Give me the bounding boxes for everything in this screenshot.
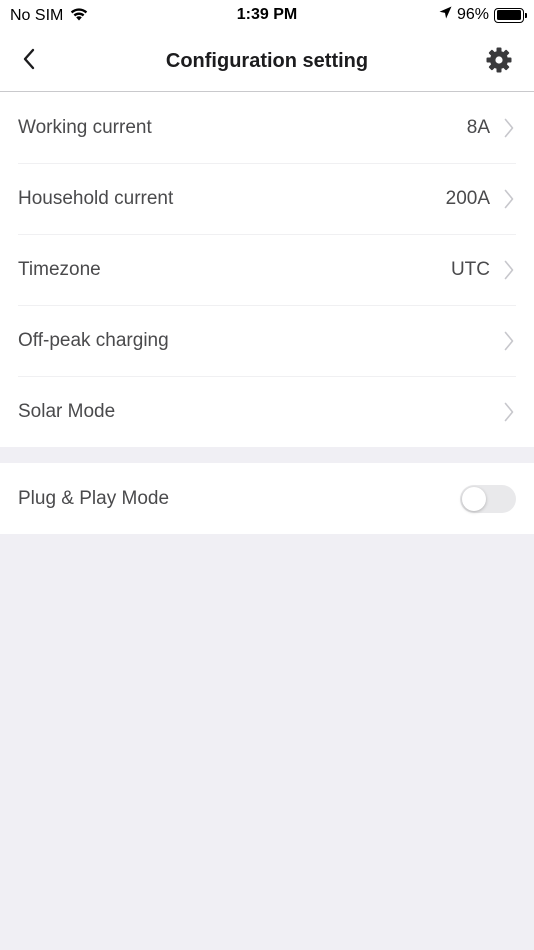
plug-and-play-label: Plug & Play Mode: [18, 487, 170, 509]
settings-button[interactable]: [484, 47, 514, 77]
section-divider: [0, 447, 534, 463]
setting-value: 200A: [445, 187, 490, 209]
location-arrow-icon: [439, 6, 452, 24]
chevron-right-icon: [502, 401, 516, 423]
setting-row-household-current[interactable]: Household current 200A: [0, 163, 534, 234]
setting-label: Timezone: [18, 258, 101, 280]
setting-row-plug-and-play: Plug & Play Mode: [0, 463, 534, 534]
setting-label: Household current: [18, 187, 174, 209]
battery-percent: 96%: [456, 6, 489, 23]
battery-icon: [494, 7, 527, 23]
setting-row-off-peak-charging[interactable]: Off-peak charging: [0, 305, 534, 376]
plug-and-play-toggle[interactable]: [460, 484, 516, 513]
chevron-right-icon: [502, 259, 516, 281]
setting-label: Off-peak charging: [18, 329, 169, 351]
chevron-right-icon: [502, 117, 516, 139]
status-bar: No SIM 1:39 PM 96%: [0, 0, 534, 32]
navigation-bar: Configuration setting: [0, 32, 534, 92]
top-area: No SIM 1:39 PM 96% Configuration setting: [0, 0, 534, 92]
chevron-right-icon: [502, 188, 516, 210]
gear-icon: [486, 47, 512, 78]
battery-fill: [496, 10, 521, 20]
toggle-knob: [462, 486, 486, 511]
setting-row-working-current[interactable]: Working current 8A: [0, 92, 534, 163]
chevron-right-icon: [502, 330, 516, 352]
setting-row-solar-mode[interactable]: Solar Mode: [0, 376, 534, 447]
page-title: Configuration setting: [165, 50, 369, 72]
setting-label: Working current: [18, 116, 152, 138]
setting-label: Solar Mode: [18, 400, 116, 422]
setting-value: 8A: [466, 116, 490, 138]
toggle-list: Plug & Play Mode: [0, 463, 534, 534]
setting-row-timezone[interactable]: Timezone UTC: [0, 234, 534, 305]
setting-value: UTC: [450, 258, 490, 280]
settings-list: Working current 8A Household current 200…: [0, 92, 534, 447]
status-right: 96%: [439, 6, 527, 24]
